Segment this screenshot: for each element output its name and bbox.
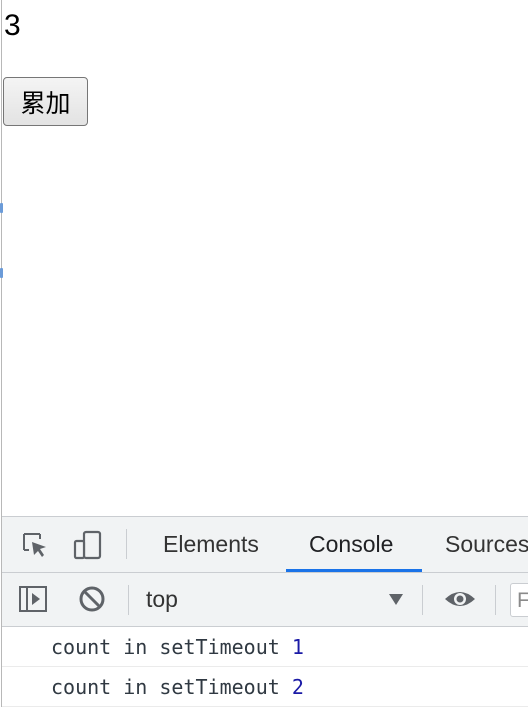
eye-icon[interactable]: [443, 584, 477, 614]
page-content: 3 累加: [0, 0, 528, 516]
clear-console-icon[interactable]: [77, 584, 107, 614]
toolbar-divider: [126, 529, 127, 559]
console-message: count in setTimeout 2: [2, 667, 528, 707]
console-message-text: count in setTimeout 1: [51, 635, 304, 659]
inspect-element-icon[interactable]: [20, 530, 50, 560]
dropdown-arrow-icon[interactable]: [388, 591, 404, 612]
console-message: count in setTimeout 1: [2, 627, 528, 667]
count-display: 3: [4, 9, 21, 42]
toolbar-divider: [422, 585, 423, 615]
context-selector[interactable]: top: [146, 573, 178, 626]
console-message-value: 2: [291, 675, 304, 699]
toolbar-divider: [128, 585, 129, 615]
devtools-panel: Elements Console Sources top count in se…: [2, 516, 528, 708]
console-message-value: 1: [291, 635, 304, 659]
device-toolbar-icon[interactable]: [73, 530, 103, 560]
tab-console[interactable]: Console: [309, 517, 393, 572]
filter-input[interactable]: F: [510, 583, 528, 617]
increment-button[interactable]: 累加: [3, 77, 88, 126]
devtools-tabbar: Elements Console Sources: [2, 517, 528, 573]
console-toolbar: top F: [2, 573, 528, 627]
sidebar-toggle-icon[interactable]: [18, 584, 48, 614]
tab-elements[interactable]: Elements: [163, 517, 259, 572]
tab-sources[interactable]: Sources: [445, 517, 528, 572]
console-message-text: count in setTimeout 2: [51, 675, 304, 699]
active-tab-indicator: [286, 569, 422, 572]
toolbar-divider: [495, 585, 496, 615]
